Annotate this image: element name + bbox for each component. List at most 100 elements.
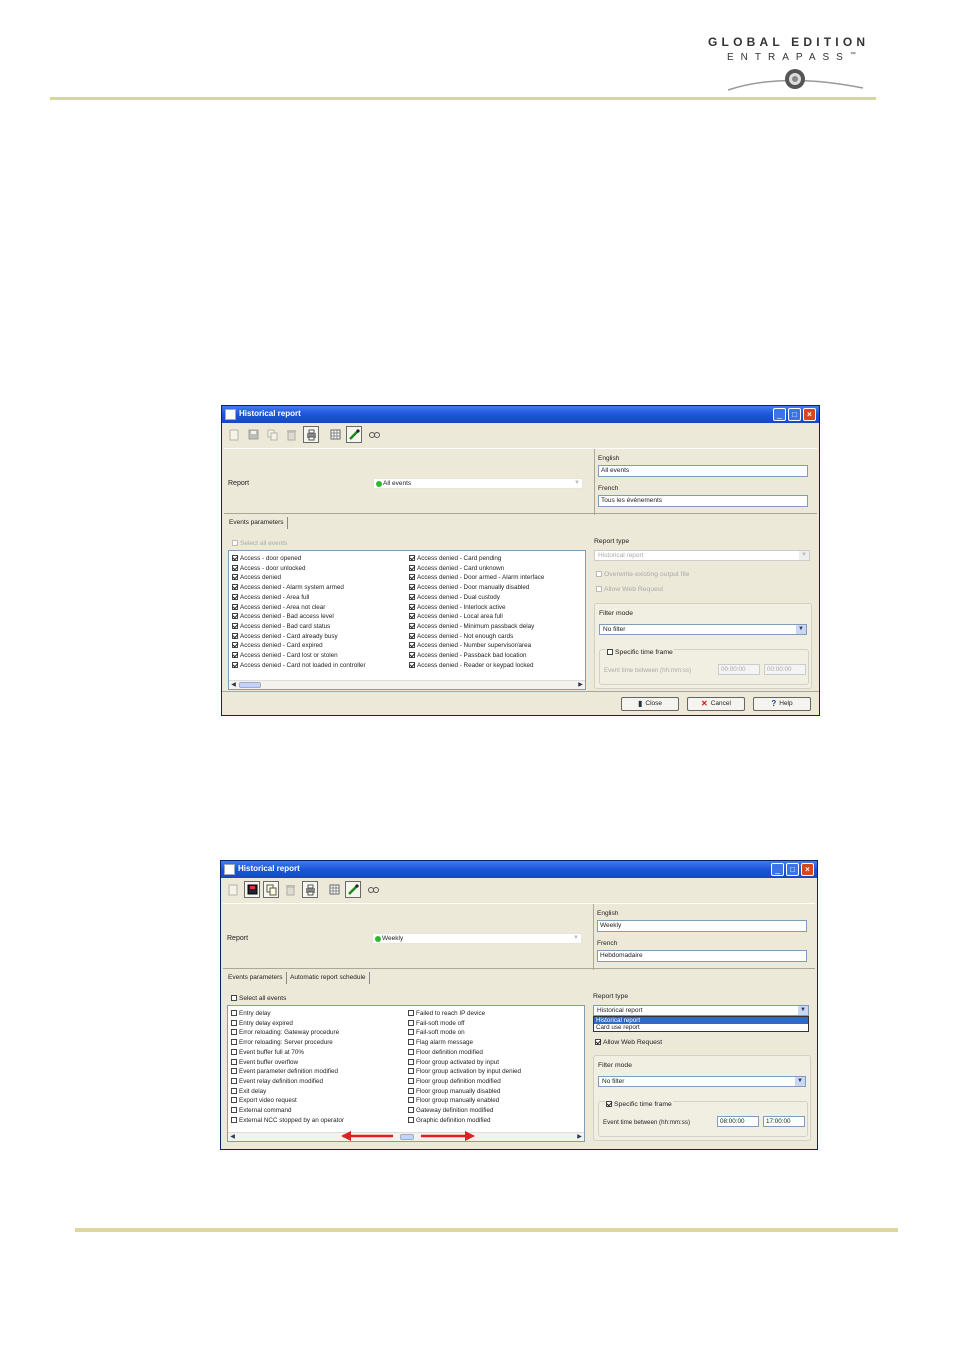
tab-events-parameters[interactable]: Events parameters <box>226 517 288 529</box>
filter-mode-select[interactable]: No filter ▼ <box>598 1076 806 1087</box>
event-checkbox-item[interactable]: Event buffer overflow <box>231 1058 298 1067</box>
events-list[interactable]: Access - door opened Access - door unlock… <box>228 550 586 690</box>
grid-icon[interactable] <box>327 426 343 443</box>
event-checkbox-item[interactable]: Access denied - Card pending <box>409 554 501 563</box>
event-checkbox-item[interactable]: Entry delay <box>231 1009 271 1018</box>
event-checkbox-item[interactable]: Access denied - Number supervisor/area <box>409 641 531 650</box>
event-checkbox-item[interactable]: Access denied - Bad access level <box>232 612 334 621</box>
close-window-button[interactable]: × <box>801 863 814 876</box>
delete-icon[interactable] <box>282 881 298 898</box>
event-checkbox-item[interactable]: Access denied - Card expired <box>232 641 323 650</box>
event-checkbox-item[interactable]: Floor group manually disabled <box>408 1087 500 1096</box>
french-name-input[interactable]: Tous les événements <box>598 495 808 507</box>
event-checkbox-item[interactable]: Access denied - Card lost or stolen <box>232 651 338 660</box>
event-checkbox-item[interactable]: Export video request <box>231 1096 297 1105</box>
cancel-button[interactable]: ✕ Cancel <box>687 697 745 711</box>
event-checkbox-item[interactable]: Access denied - Passback bad location <box>409 651 527 660</box>
event-checkbox-item[interactable]: Access denied - Card already busy <box>232 632 338 641</box>
events-list[interactable]: Entry delay Entry delay expired Error relo… <box>227 1005 585 1142</box>
grid-icon[interactable] <box>326 881 342 898</box>
execute-icon[interactable] <box>345 881 361 898</box>
event-checkbox-item[interactable]: Access denied - Card not loaded in contr… <box>232 661 366 670</box>
event-checkbox-item[interactable]: Access denied - Door armed - Alarm inter… <box>409 573 544 582</box>
event-checkbox-item[interactable]: Entry delay expired <box>231 1019 293 1028</box>
event-checkbox-item[interactable]: Event buffer full at 70% <box>231 1048 304 1057</box>
event-checkbox-item[interactable]: Gateway definition modified <box>408 1106 493 1115</box>
event-checkbox-item[interactable]: Event parameter definition modified <box>231 1067 338 1076</box>
event-checkbox-item[interactable]: Floor group activated by input <box>408 1058 499 1067</box>
close-button[interactable]: ▮ Close <box>621 697 679 711</box>
copy-icon[interactable] <box>264 426 280 443</box>
english-name-input[interactable]: Weekly <box>597 920 807 932</box>
option-card-use-report[interactable]: Card use report <box>594 1024 808 1031</box>
link-icon[interactable] <box>365 881 381 898</box>
specific-time-frame-checkbox[interactable]: Specific time frame <box>605 1101 673 1108</box>
save-icon[interactable] <box>245 426 261 443</box>
event-checkbox-item[interactable]: Event relay definition modified <box>231 1077 323 1086</box>
event-checkbox-item[interactable]: Access denied - Area not clear <box>232 603 325 612</box>
event-checkbox-item[interactable]: Floor group definition modified <box>408 1077 501 1086</box>
event-checkbox-item[interactable]: Exit delay <box>231 1087 266 1096</box>
time-from-input[interactable]: 08:00:00 <box>717 1116 759 1127</box>
print-icon[interactable] <box>302 881 318 898</box>
link-icon[interactable] <box>366 426 382 443</box>
event-checkbox-item[interactable]: Access - door opened <box>232 554 301 563</box>
new-icon[interactable] <box>225 881 241 898</box>
scroll-thumb[interactable] <box>239 682 261 688</box>
minimize-button[interactable]: _ <box>771 863 784 876</box>
execute-icon[interactable] <box>346 426 362 443</box>
event-checkbox-item[interactable]: Access denied - Dual custody <box>409 593 500 602</box>
overwrite-output-checkbox[interactable]: Overwrite existing output file <box>596 571 689 578</box>
event-checkbox-item[interactable]: Access - door unlocked <box>232 564 305 573</box>
event-checkbox-item[interactable]: Fail-soft mode off <box>408 1019 465 1028</box>
event-checkbox-item[interactable]: External command <box>231 1106 292 1115</box>
event-checkbox-item[interactable]: Floor group activation by input denied <box>408 1067 521 1076</box>
scroll-right-icon[interactable]: ▶ <box>576 681 585 689</box>
horizontal-scrollbar[interactable]: ◀ ▶ <box>229 680 585 689</box>
report-type-select[interactable]: Historical report ▼ <box>593 1005 809 1016</box>
select-all-events-checkbox[interactable]: Select all events <box>231 995 286 1002</box>
minimize-button[interactable]: _ <box>773 408 786 421</box>
event-checkbox-item[interactable]: Access denied - Card unknown <box>409 564 504 573</box>
event-checkbox-item[interactable]: Flag alarm message <box>408 1038 473 1047</box>
event-checkbox-item[interactable]: Failed to reach IP device <box>408 1009 485 1018</box>
event-checkbox-item[interactable]: Floor definition modified <box>408 1048 483 1057</box>
tab-events-parameters[interactable]: Events parameters <box>225 972 287 984</box>
event-checkbox-item[interactable]: Access denied - Door manually disabled <box>409 583 529 592</box>
print-icon[interactable] <box>303 426 319 443</box>
event-checkbox-item[interactable]: Access denied - Alarm system armed <box>232 583 344 592</box>
allow-web-request-checkbox[interactable]: Allow Web Request <box>596 586 663 593</box>
event-checkbox-item[interactable]: Error reloading: Server procedure <box>231 1038 333 1047</box>
event-checkbox-item[interactable]: Access denied - Reader or keypad locked <box>409 661 534 670</box>
event-checkbox-item[interactable]: Fail-soft mode on <box>408 1028 465 1037</box>
event-checkbox-item[interactable]: Access denied - Area full <box>232 593 309 602</box>
specific-time-frame-checkbox[interactable]: Specific time frame <box>606 649 674 656</box>
event-checkbox-item[interactable]: Error reloading: Gateway procedure <box>231 1028 339 1037</box>
event-checkbox-item[interactable]: External NCC stopped by an operator <box>231 1116 344 1125</box>
event-checkbox-item[interactable]: Access denied - Bad card status <box>232 622 330 631</box>
event-checkbox-item[interactable]: Access denied - Minimum passback delay <box>409 622 534 631</box>
save-icon[interactable] <box>244 881 260 898</box>
delete-icon[interactable] <box>283 426 299 443</box>
scroll-left-icon[interactable]: ◀ <box>229 681 238 689</box>
time-to-input[interactable]: 00:00:00 <box>764 664 806 675</box>
event-checkbox-item[interactable]: Access denied - Not enough cards <box>409 632 513 641</box>
close-window-button[interactable]: × <box>803 408 816 421</box>
event-checkbox-item[interactable]: Floor group manually enabled <box>408 1096 499 1105</box>
scroll-right-icon[interactable]: ▶ <box>575 1133 584 1141</box>
event-checkbox-item[interactable]: Access denied - Local area full <box>409 612 503 621</box>
help-button[interactable]: ? Help <box>753 697 811 711</box>
filter-mode-select[interactable]: No filter ▼ <box>599 624 807 635</box>
scroll-left-icon[interactable]: ◀ <box>228 1133 237 1141</box>
report-select[interactable]: All events ▼ <box>373 478 583 489</box>
report-type-select[interactable]: Historical report ▼ <box>594 550 810 561</box>
event-checkbox-item[interactable]: Graphic definition modified <box>408 1116 491 1125</box>
option-historical-report[interactable]: Historical report <box>594 1017 808 1024</box>
select-all-events-checkbox[interactable]: Select all events <box>232 540 287 547</box>
allow-web-request-checkbox[interactable]: Allow Web Request <box>595 1039 662 1046</box>
english-name-input[interactable]: All events <box>598 465 808 477</box>
tab-automatic-report-schedule[interactable]: Automatic report schedule <box>287 972 370 984</box>
copy-icon[interactable] <box>263 881 279 898</box>
time-to-input[interactable]: 17:00:00 <box>763 1116 805 1127</box>
maximize-button[interactable]: □ <box>786 863 799 876</box>
